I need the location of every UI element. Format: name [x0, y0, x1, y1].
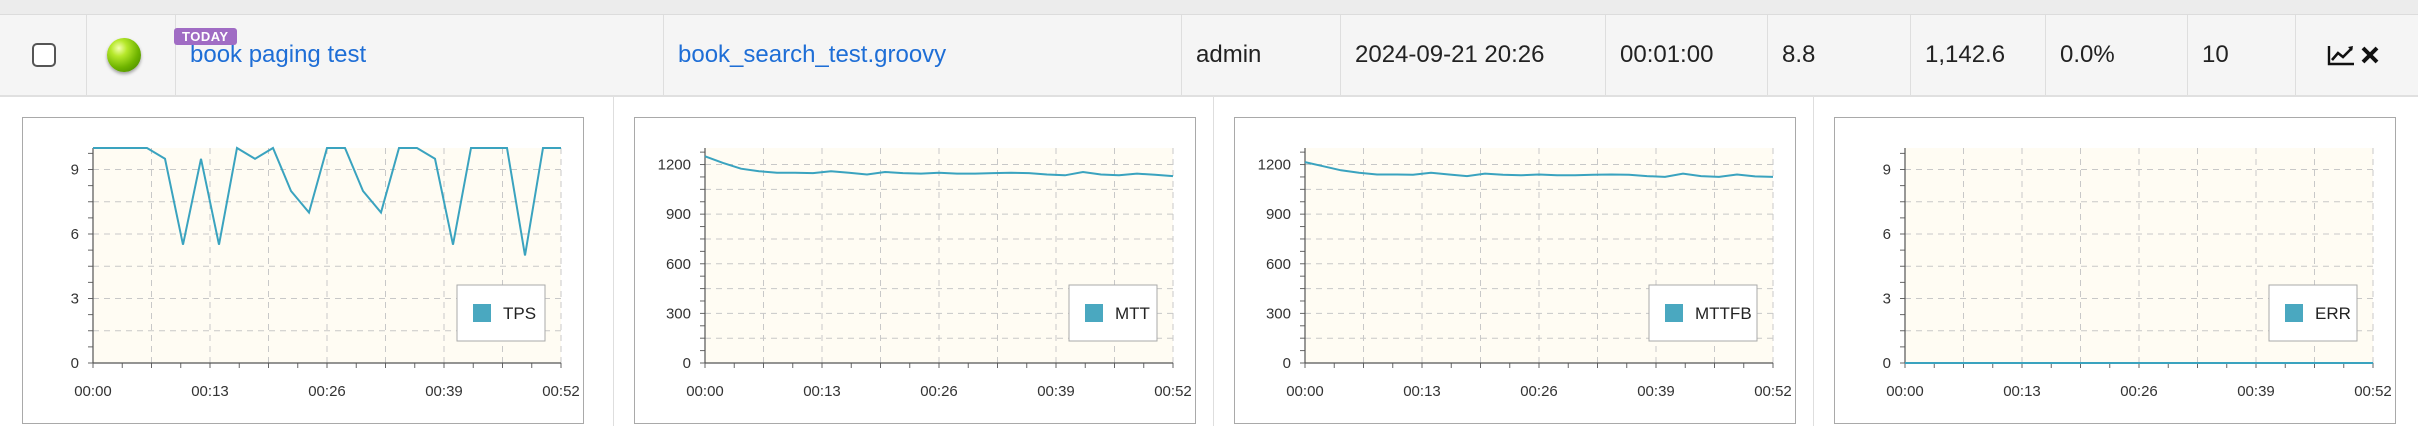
row-checkbox[interactable] [32, 43, 56, 67]
status-indicator-icon [107, 38, 141, 72]
owner-cell: admin [1181, 15, 1340, 95]
checkbox-cell [0, 15, 86, 95]
y-tick-label: 6 [1883, 226, 1891, 243]
x-tick-label: 00:13 [803, 383, 841, 400]
legend-swatch [2285, 304, 2303, 322]
chart-panel-mttfb: 0 300 600 900 1200 00:00 00:13 00:26 00:39 00:52 M… [1213, 97, 1813, 426]
x-tick-label: 00:00 [1286, 383, 1324, 400]
x-tick-label: 00:00 [74, 383, 112, 400]
start-time-cell: 2024-09-21 20:26 [1340, 15, 1605, 95]
x-tick-label: 00:26 [1520, 383, 1558, 400]
legend-label: MTT [1115, 304, 1150, 323]
x-tick-label: 00:52 [1754, 383, 1792, 400]
x-tick-label: 00:00 [686, 383, 724, 400]
chart-panel-err: 0 3 6 9 00:00 00:13 00:26 00:39 00:52 ERR [1813, 97, 2418, 426]
legend-label: MTTFB [1695, 304, 1752, 323]
duration-value: 00:01:00 [1620, 41, 1714, 68]
y-tick-label: 1200 [658, 157, 691, 174]
chart-panel-mtt: 0 300 600 900 1200 00:00 00:13 00:26 00:39 00:52 M… [613, 97, 1213, 426]
test-name-link[interactable]: book paging test [190, 41, 366, 69]
y-tick-label: 3 [71, 291, 79, 308]
x-tick-label: 00:39 [1637, 383, 1675, 400]
x-tick-label: 00:13 [2003, 383, 2041, 400]
y-tick-label: 9 [71, 162, 79, 179]
chart-frame: 0 300 600 900 1200 00:00 00:13 00:26 00:39 00:52 M… [634, 117, 1196, 424]
error-rate-value: 0.0% [2060, 41, 2115, 68]
x-tick-label: 00:13 [1403, 383, 1441, 400]
table-row: book paging test book_search_test.groovy… [0, 15, 2418, 97]
x-tick-label: 00:26 [2120, 383, 2158, 400]
x-tick-label: 00:39 [1037, 383, 1075, 400]
script-name-link[interactable]: book_search_test.groovy [678, 41, 946, 69]
x-tick-label: 00:00 [1886, 383, 1924, 400]
y-tick-label: 300 [666, 305, 691, 322]
test-name-cell: book paging test [175, 15, 663, 95]
mean-test-time-value: 1,142.6 [1925, 41, 2006, 68]
table-top-strip [0, 0, 2418, 15]
x-tick-label: 00:52 [542, 383, 580, 400]
y-tick-label: 0 [1883, 355, 1891, 372]
x-tick-label: 00:52 [2354, 383, 2392, 400]
chart-line-icon[interactable] [2326, 43, 2356, 67]
actions-cell [2295, 15, 2418, 95]
y-tick-label: 900 [666, 206, 691, 223]
legend-label: ERR [2315, 304, 2351, 323]
legend-swatch [1665, 304, 1683, 322]
x-tick-label: 00:26 [308, 383, 346, 400]
legend-swatch [473, 304, 491, 322]
y-tick-label: 300 [1266, 305, 1291, 322]
error-rate-cell: 0.0% [2045, 15, 2187, 95]
y-tick-label: 600 [1266, 256, 1291, 273]
legend-swatch [1085, 304, 1103, 322]
start-time-value: 2024-09-21 20:26 [1355, 41, 1545, 68]
x-tick-label: 00:39 [425, 383, 463, 400]
tps-cell: 8.8 [1767, 15, 1910, 95]
mttfb-chart: 0 300 600 900 1200 00:00 00:13 00:26 00:39 00:52 M… [1258, 148, 1792, 400]
y-tick-label: 6 [71, 226, 79, 243]
x-tick-label: 00:52 [1154, 383, 1192, 400]
today-badge: TODAY [174, 28, 237, 45]
y-tick-label: 3 [1883, 291, 1891, 308]
x-tick-label: 00:26 [920, 383, 958, 400]
close-x-icon[interactable] [2360, 45, 2380, 65]
y-tick-label: 9 [1883, 162, 1891, 179]
vusers-cell: 10 [2187, 15, 2295, 95]
chart-frame: 0 3 6 9 00:00 00:13 00:26 00:39 00:52 TPS [22, 117, 584, 424]
chart-frame: 0 3 6 9 00:00 00:13 00:26 00:39 00:52 ERR [1834, 117, 2396, 424]
chart-panel-tps: 0 3 6 9 00:00 00:13 00:26 00:39 00:52 TPS [0, 97, 613, 426]
y-tick-label: 600 [666, 256, 691, 273]
tps-value: 8.8 [1782, 41, 1816, 68]
vusers-value: 10 [2202, 41, 2229, 68]
chart-frame: 0 300 600 900 1200 00:00 00:13 00:26 00:39 00:52 M… [1234, 117, 1796, 424]
x-tick-label: 00:13 [191, 383, 229, 400]
duration-cell: 00:01:00 [1605, 15, 1767, 95]
err-chart: 0 3 6 9 00:00 00:13 00:26 00:39 00:52 ERR [1883, 148, 2392, 400]
status-cell [86, 15, 175, 95]
y-tick-label: 0 [683, 355, 691, 372]
mtt-chart: 0 300 600 900 1200 00:00 00:13 00:26 00:39 00:52 M… [658, 148, 1192, 400]
tps-chart: 0 3 6 9 00:00 00:13 00:26 00:39 00:52 TPS [71, 146, 580, 400]
y-tick-label: 900 [1266, 206, 1291, 223]
script-name-cell: book_search_test.groovy [663, 15, 1181, 95]
charts-area: 0 3 6 9 00:00 00:13 00:26 00:39 00:52 TPS 0 300 600… [0, 97, 2418, 426]
legend-label: TPS [503, 304, 536, 323]
x-tick-label: 00:39 [2237, 383, 2275, 400]
y-tick-label: 1200 [1258, 157, 1291, 174]
owner-value: admin [1196, 41, 1262, 68]
mean-test-time-cell: 1,142.6 [1910, 15, 2045, 95]
y-tick-label: 0 [71, 355, 79, 372]
y-tick-label: 0 [1283, 355, 1291, 372]
